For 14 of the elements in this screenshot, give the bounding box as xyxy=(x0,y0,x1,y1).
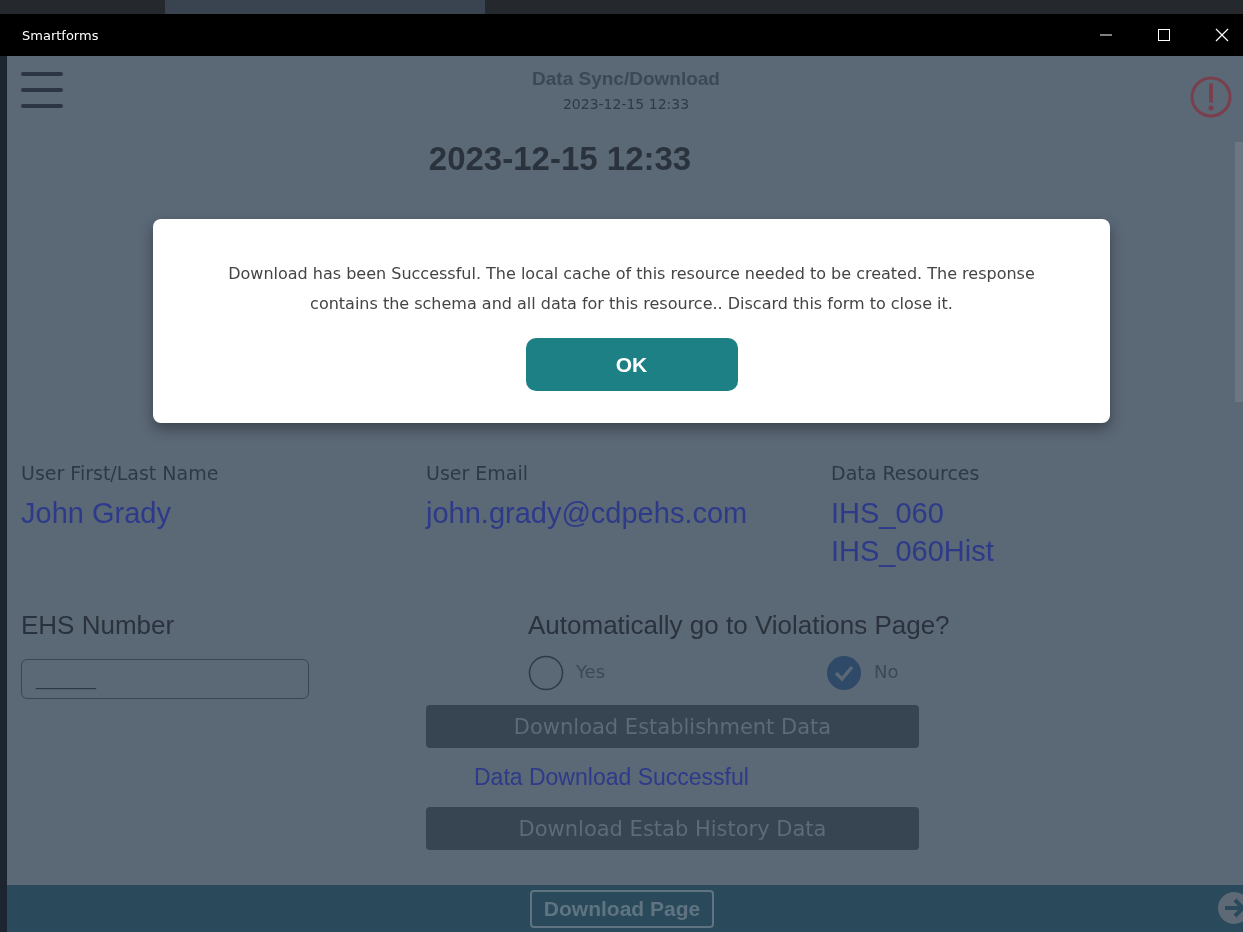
dialog-message: Download has been Successful. The local cache of this resource needed to be created. The response contains the schema and all data for this resource.. Discard this form to close it. xyxy=(227,263,1036,315)
question-label: Automatically go to Violations Page? xyxy=(528,610,951,641)
close-icon[interactable] xyxy=(1215,28,1229,42)
alert-icon[interactable] xyxy=(1189,75,1233,119)
menu-icon[interactable] xyxy=(21,70,63,110)
radio-checked-icon[interactable] xyxy=(826,655,862,691)
radio-button[interactable] xyxy=(528,655,564,691)
ok-button[interactable]: OK xyxy=(525,338,738,391)
window-title: Smartforms xyxy=(22,27,99,43)
maximize-icon[interactable] xyxy=(1157,28,1171,42)
sync-timestamp: 2023-12-15 12:33 xyxy=(428,140,692,178)
arrow-right-icon[interactable] xyxy=(1217,891,1243,925)
ehs-number-field[interactable]: ______ xyxy=(21,659,309,699)
field-label: EHS Number xyxy=(21,610,176,641)
